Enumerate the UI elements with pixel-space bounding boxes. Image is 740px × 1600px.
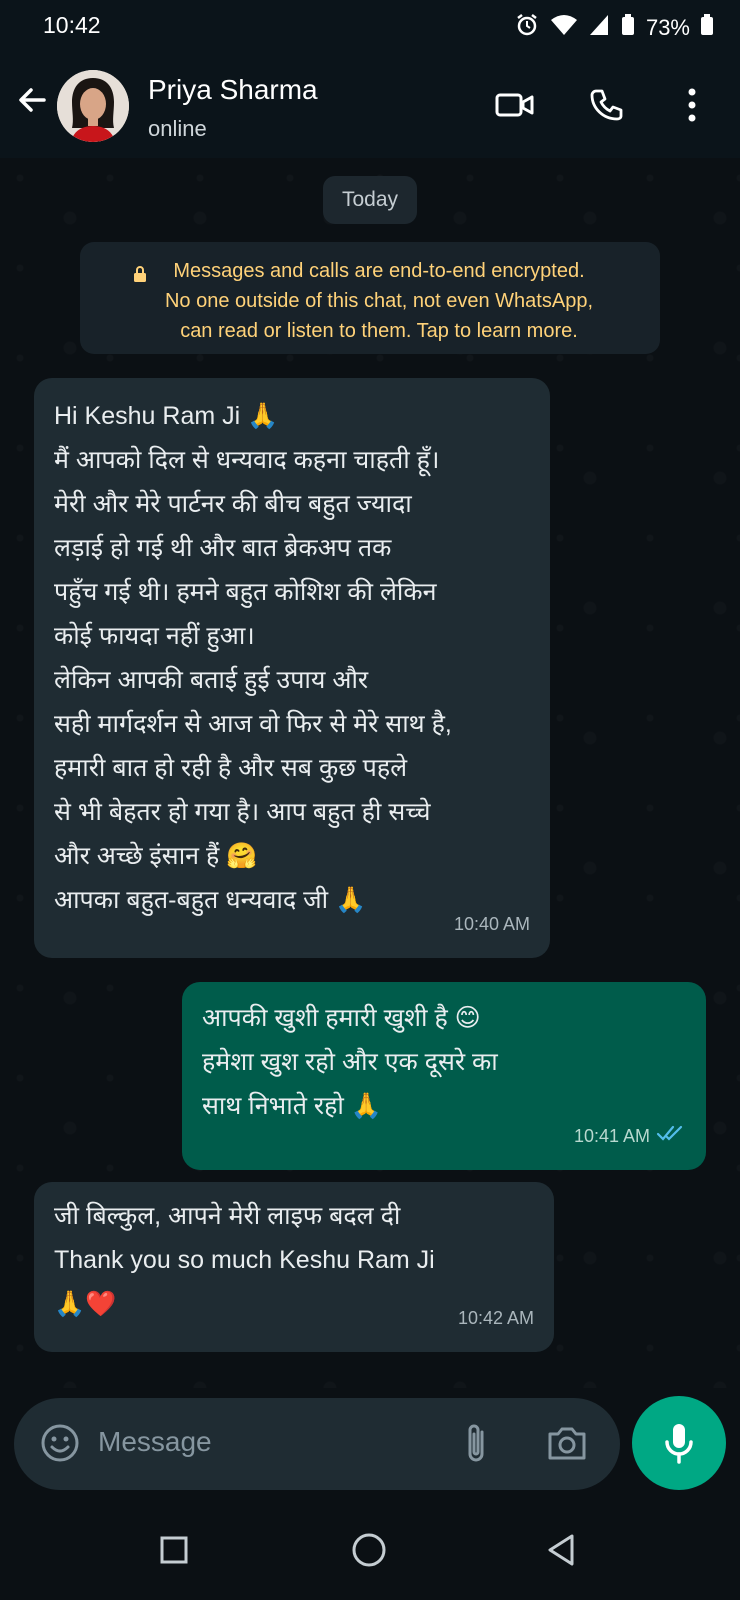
message-composer: Message [14,1398,620,1490]
encryption-notice[interactable]: Messages and calls are end-to-end encryp… [80,242,660,354]
camera-icon [548,1427,586,1460]
lock-icon [132,262,148,292]
back-arrow-icon [19,88,46,112]
battery-level-icon [700,13,714,43]
video-call-button[interactable] [491,82,539,128]
circle-icon [352,1533,386,1567]
phone-icon [590,89,623,121]
message-input[interactable]: Message [98,1426,212,1458]
message-time: 10:41 AM [573,1126,650,1146]
message-text: आपकी खुशी हमारी खुशी है 😊 हमेशा खुश रहो … [202,1004,498,1120]
paperclip-icon [468,1424,484,1462]
triangle-back-icon [548,1534,574,1566]
emoji-icon [41,1424,79,1462]
status-bar: 10:42 73% [0,0,740,52]
encryption-text: Messages and calls are end-to-end encryp… [164,260,594,342]
video-camera-icon [495,93,534,117]
more-vertical-icon [688,88,696,122]
back-nav-button[interactable] [541,1530,581,1570]
attach-button[interactable] [462,1422,492,1471]
avatar-image [57,70,129,142]
avatar[interactable] [57,70,129,142]
battery-percent: 73% [645,15,690,40]
message-time: 10:42 AM [457,1308,534,1328]
back-button[interactable] [14,82,54,128]
message-bubble-incoming[interactable]: Hi Keshu Ram Ji 🙏 मैं आपको दिल से धन्यवा… [34,378,550,958]
battery-icon [620,13,636,43]
recents-button[interactable] [154,1530,194,1570]
contact-name[interactable]: Priya Sharma [148,74,318,106]
chat-area[interactable]: Today Messages and calls are end-to-end … [0,158,740,1388]
emoji-button[interactable] [40,1423,80,1468]
message-bubble-incoming[interactable]: जी बिल्कुल, आपने मेरी लाइफ बदल दी Thank … [34,1182,554,1352]
camera-button[interactable] [546,1424,588,1467]
voice-call-button[interactable] [582,82,630,128]
wifi-icon [550,13,578,43]
microphone-icon [665,1424,693,1464]
read-receipt-icon [656,1114,686,1158]
message-text: Hi Keshu Ram Ji 🙏 मैं आपको दिल से धन्यवा… [54,402,452,914]
signal-icon [588,13,610,43]
system-navigation-bar [0,1500,740,1600]
voice-record-button[interactable] [632,1396,726,1490]
message-time: 10:40 AM [453,914,530,934]
square-icon [160,1536,188,1564]
chat-header: Priya Sharma online [0,52,740,159]
more-options-button[interactable] [668,82,716,128]
home-button[interactable] [349,1530,389,1570]
status-time: 10:42 [43,12,101,38]
contact-presence: online [148,116,207,141]
date-chip: Today [323,176,417,224]
message-bubble-outgoing[interactable]: आपकी खुशी हमारी खुशी है 😊 हमेशा खुश रहो … [182,982,706,1170]
alarm-icon [514,12,540,44]
